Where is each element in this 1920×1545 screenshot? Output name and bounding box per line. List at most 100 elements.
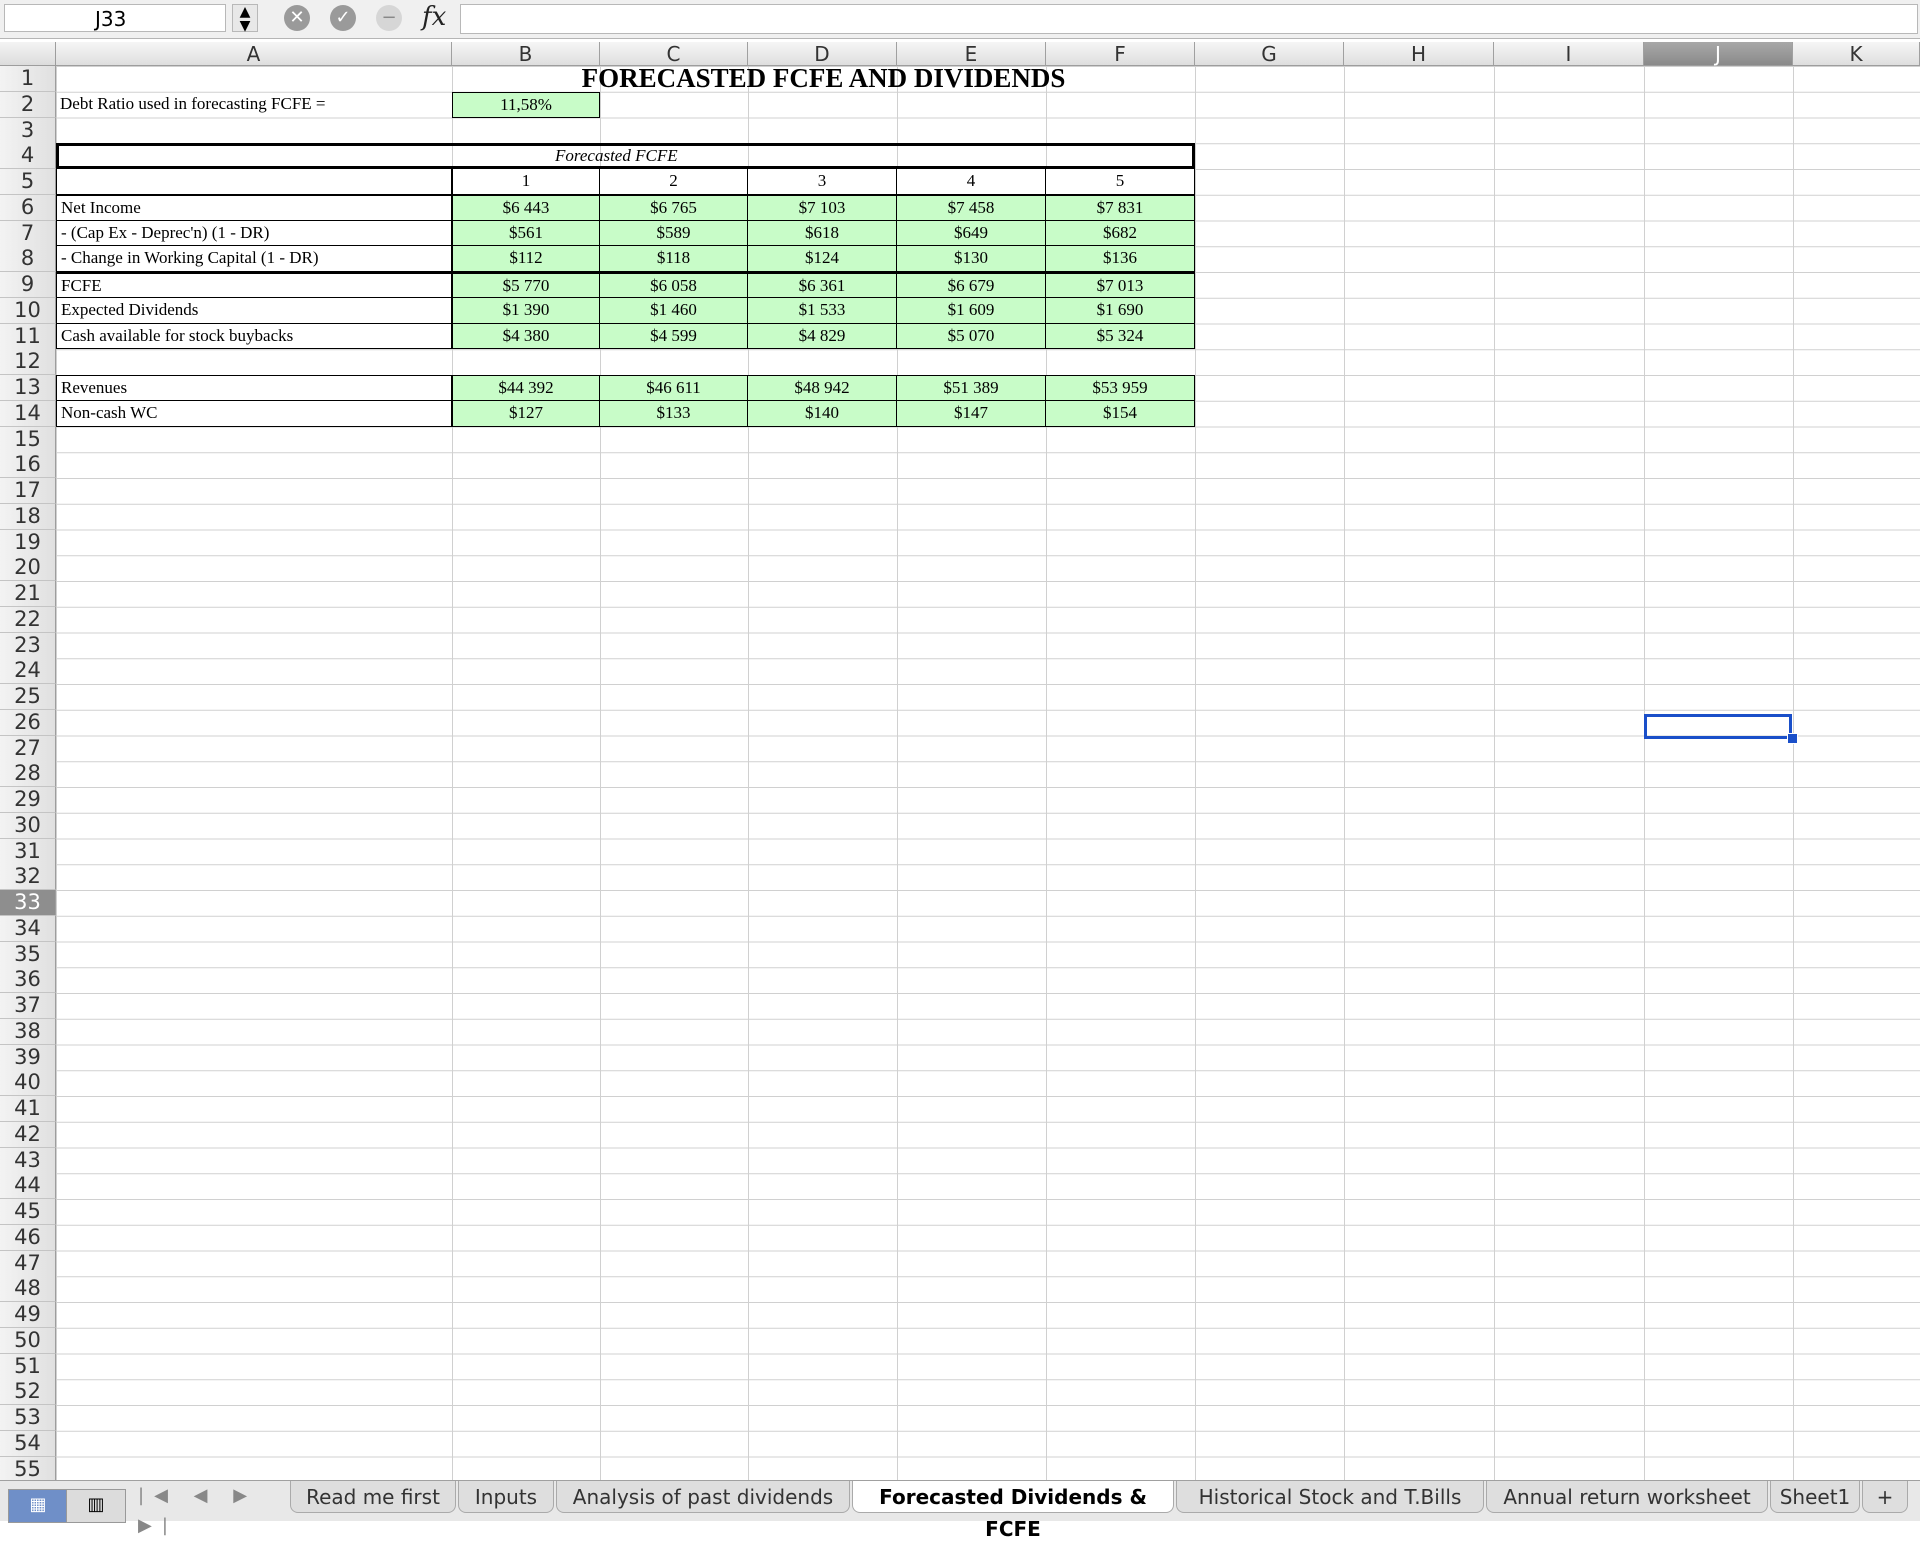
row-header-50[interactable]: 50 xyxy=(0,1327,56,1354)
row-header-2[interactable]: 2 xyxy=(0,91,56,118)
row-header-18[interactable]: 18 xyxy=(0,503,56,530)
row-header-49[interactable]: 49 xyxy=(0,1302,56,1328)
value-cell[interactable]: $124 xyxy=(748,246,897,272)
value-cell[interactable]: $589 xyxy=(600,220,748,247)
row-header-23[interactable]: 23 xyxy=(0,632,56,659)
value-cell[interactable]: $1 390 xyxy=(452,297,600,324)
selected-cell-J33[interactable] xyxy=(1644,714,1792,739)
value-cell[interactable]: $44 392 xyxy=(452,375,600,401)
value-cell[interactable]: $4 829 xyxy=(748,323,897,350)
value-cell[interactable]: $133 xyxy=(600,400,748,427)
row-header-41[interactable]: 41 xyxy=(0,1096,56,1122)
column-header-k[interactable]: K xyxy=(1793,42,1920,66)
row-header-43[interactable]: 43 xyxy=(0,1147,56,1174)
value-cell[interactable]: $46 611 xyxy=(600,375,748,401)
value-cell[interactable]: $7 013 xyxy=(1046,272,1195,298)
row-header-11[interactable]: 11 xyxy=(0,323,56,350)
row-header-31[interactable]: 31 xyxy=(0,838,56,865)
column-header-i[interactable]: I xyxy=(1494,42,1644,66)
row-header-47[interactable]: 47 xyxy=(0,1250,56,1277)
row-header-51[interactable]: 51 xyxy=(0,1353,56,1380)
fx-icon[interactable]: fx xyxy=(422,2,446,32)
page-layout-view-icon[interactable]: ▥ xyxy=(66,1489,126,1523)
value-cell[interactable]: $130 xyxy=(897,246,1046,272)
row-header-7[interactable]: 7 xyxy=(0,220,56,247)
value-cell[interactable]: $6 679 xyxy=(897,272,1046,298)
row-header-1[interactable]: 1 xyxy=(0,66,56,92)
value-cell[interactable]: $7 831 xyxy=(1046,194,1195,221)
value-cell[interactable]: $6 058 xyxy=(600,272,748,298)
value-cell[interactable]: $649 xyxy=(897,220,1046,247)
row-header-15[interactable]: 15 xyxy=(0,426,56,453)
cancel-icon[interactable]: ✕ xyxy=(284,5,310,31)
value-cell[interactable]: $6 765 xyxy=(600,194,748,221)
row-header-34[interactable]: 34 xyxy=(0,915,56,942)
fill-handle[interactable] xyxy=(1787,733,1798,744)
row-header-9[interactable]: 9 xyxy=(0,272,56,298)
value-cell[interactable]: $147 xyxy=(897,400,1046,427)
row-header-8[interactable]: 8 xyxy=(0,246,56,273)
name-box[interactable]: J33 xyxy=(4,4,226,32)
row-header-33[interactable]: 33 xyxy=(0,890,56,916)
row-header-29[interactable]: 29 xyxy=(0,787,56,813)
add-sheet-button[interactable]: + xyxy=(1862,1481,1908,1513)
debt-ratio-value[interactable]: 11,58% xyxy=(452,91,600,118)
value-cell[interactable]: $618 xyxy=(748,220,897,247)
row-header-32[interactable]: 32 xyxy=(0,864,56,891)
row-header-3[interactable]: 3 xyxy=(0,117,56,144)
row-header-36[interactable]: 36 xyxy=(0,967,56,994)
formula-input[interactable] xyxy=(460,4,1918,34)
row-header-6[interactable]: 6 xyxy=(0,194,56,221)
row-header-45[interactable]: 45 xyxy=(0,1199,56,1225)
select-all-corner[interactable] xyxy=(0,42,56,66)
normal-view-icon[interactable]: ▦ xyxy=(8,1489,68,1523)
row-header-16[interactable]: 16 xyxy=(0,452,56,479)
sheet-tab-0[interactable]: Read me first xyxy=(290,1481,456,1513)
sheet-tab-2[interactable]: Analysis of past dividends xyxy=(556,1481,850,1513)
row-header-52[interactable]: 52 xyxy=(0,1379,56,1406)
value-cell[interactable]: $682 xyxy=(1046,220,1195,247)
value-cell[interactable]: $127 xyxy=(452,400,600,427)
value-cell[interactable]: $4 380 xyxy=(452,323,600,350)
value-cell[interactable]: $5 070 xyxy=(897,323,1046,350)
row-header-39[interactable]: 39 xyxy=(0,1044,56,1071)
sheet-tab-5[interactable]: Annual return worksheet xyxy=(1486,1481,1768,1513)
value-cell[interactable]: $51 389 xyxy=(897,375,1046,401)
column-header-h[interactable]: H xyxy=(1344,42,1494,66)
name-box-stepper[interactable]: ▲ ▼ xyxy=(232,4,258,33)
value-cell[interactable]: $1 460 xyxy=(600,297,748,324)
sheet-tab-3[interactable]: Forecasted Dividends & FCFE xyxy=(852,1481,1174,1541)
value-cell[interactable]: $1 609 xyxy=(897,297,1046,324)
value-cell[interactable]: $6 361 xyxy=(748,272,897,298)
row-header-44[interactable]: 44 xyxy=(0,1173,56,1200)
value-cell[interactable]: $7 458 xyxy=(897,194,1046,221)
row-header-22[interactable]: 22 xyxy=(0,606,56,633)
row-header-25[interactable]: 25 xyxy=(0,684,56,710)
row-header-24[interactable]: 24 xyxy=(0,658,56,685)
row-header-40[interactable]: 40 xyxy=(0,1070,56,1097)
row-header-27[interactable]: 27 xyxy=(0,735,56,762)
spreadsheet-grid[interactable]: ABCDEFGHIJK 1 2 3 4 5 6 7 8 9 10 11 12 13 14 15 16 17 18 1… xyxy=(0,38,1920,1480)
value-cell[interactable]: $4 599 xyxy=(600,323,748,350)
column-header-g[interactable]: G xyxy=(1195,42,1344,66)
value-cell[interactable]: $118 xyxy=(600,246,748,272)
row-header-12[interactable]: 12 xyxy=(0,349,56,376)
row-header-54[interactable]: 54 xyxy=(0,1430,56,1457)
row-header-53[interactable]: 53 xyxy=(0,1405,56,1431)
row-header-46[interactable]: 46 xyxy=(0,1224,56,1251)
column-header-j[interactable]: J xyxy=(1644,42,1793,66)
row-header-38[interactable]: 38 xyxy=(0,1018,56,1045)
column-header-b[interactable]: B xyxy=(452,42,600,66)
sheet-tab-6[interactable]: Sheet1 xyxy=(1770,1481,1860,1513)
function-wizard-icon[interactable]: − xyxy=(376,5,402,31)
column-header-a[interactable]: A xyxy=(56,42,452,66)
value-cell[interactable]: $5 770 xyxy=(452,272,600,298)
row-header-10[interactable]: 10 xyxy=(0,297,56,324)
value-cell[interactable]: $6 443 xyxy=(452,194,600,221)
row-header-30[interactable]: 30 xyxy=(0,812,56,839)
column-header-f[interactable]: F xyxy=(1046,42,1195,66)
value-cell[interactable]: $136 xyxy=(1046,246,1195,272)
row-header-35[interactable]: 35 xyxy=(0,941,56,968)
value-cell[interactable]: $154 xyxy=(1046,400,1195,427)
row-header-5[interactable]: 5 xyxy=(0,169,56,195)
